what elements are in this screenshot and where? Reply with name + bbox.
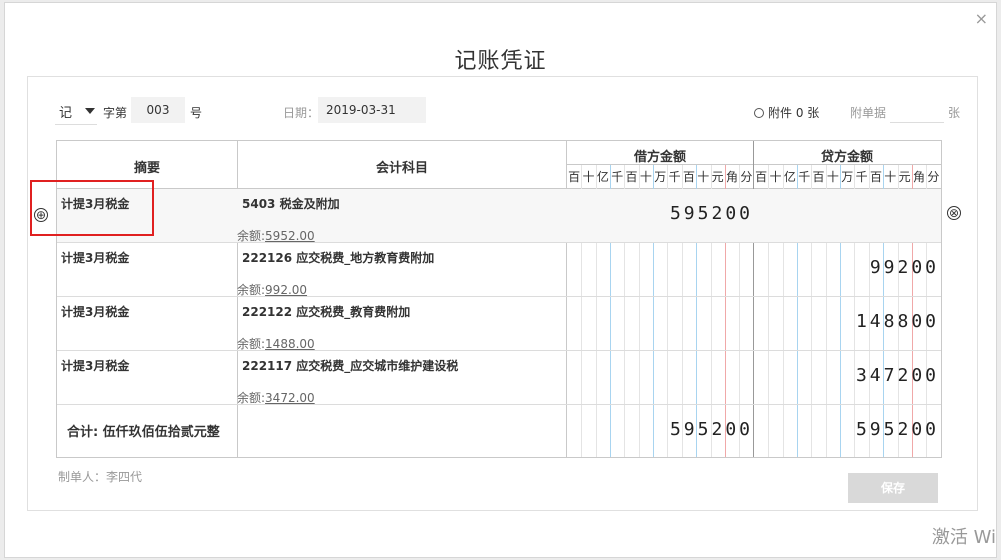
digit-unit-header: 十 xyxy=(639,170,652,184)
digit-unit-header: 百 xyxy=(682,170,695,184)
row-account[interactable]: 222122 应交税费_教育费附加 xyxy=(242,303,410,320)
digit-unit-header: 元 xyxy=(711,170,724,184)
doc-count-input[interactable] xyxy=(890,97,944,123)
attachment-link[interactable]: 附件 0 张 xyxy=(751,104,820,121)
digit-unit-header: 百 xyxy=(869,170,882,184)
voucher-number-input[interactable] xyxy=(131,97,185,123)
voucher-type-select[interactable]: 记 xyxy=(55,97,97,125)
total-credit-amount: 595200 xyxy=(855,419,939,440)
digit-unit-header: 角 xyxy=(726,170,739,184)
row-balance: 余额:1488.00 xyxy=(237,337,315,351)
row-summary[interactable]: 计提3月税金 xyxy=(61,303,129,320)
digit-unit-header: 百 xyxy=(625,170,638,184)
digit-unit-header: 百 xyxy=(755,170,768,184)
digit-unit-header: 千 xyxy=(798,170,811,184)
hao-label: 号 xyxy=(190,106,203,120)
row-account[interactable]: 222117 应交税费_应交城市维护建设税 xyxy=(242,357,458,374)
row-balance: 余额:5952.00 xyxy=(237,229,315,243)
row-debit-amount[interactable]: 595200 xyxy=(670,203,753,224)
digit-unit-header: 亿 xyxy=(783,170,796,184)
activation-watermark: 激活 Wi xyxy=(931,527,996,548)
zi-label: 字第 xyxy=(103,106,128,120)
digit-unit-header: 十 xyxy=(826,170,839,184)
voucher-dialog: × 记账凭证 记 字第 号 日期： 附件 0 张 附单据 张 摘要 会计科目 借… xyxy=(4,2,997,558)
digit-unit-header: 亿 xyxy=(596,170,609,184)
chevron-down-icon xyxy=(85,108,95,114)
zhang-label: 张 xyxy=(948,106,961,120)
dialog-title: 记账凭证 xyxy=(454,49,547,74)
col-summary-header: 摘要 xyxy=(133,161,160,176)
digit-unit-header: 分 xyxy=(740,170,753,184)
digit-unit-header: 百 xyxy=(812,170,825,184)
voucher-panel: 记 字第 号 日期： 附件 0 张 附单据 张 摘要 会计科目 借方金额 贷方金… xyxy=(27,76,978,511)
digit-unit-header: 千 xyxy=(855,170,868,184)
digit-unit-header: 万 xyxy=(654,170,667,184)
table-row[interactable]: 计提3月税金 222126 应交税费_地方教育费附加 余额:992.00 992… xyxy=(57,243,941,297)
digit-unit-header: 十 xyxy=(582,170,595,184)
col-debit-header: 借方金额 xyxy=(633,150,686,165)
digit-unit-header: 元 xyxy=(898,170,911,184)
digit-unit-header: 十 xyxy=(697,170,710,184)
remove-row-icon[interactable]: ⊗ xyxy=(947,206,961,220)
row-account[interactable]: 5403 税金及附加 xyxy=(242,195,340,212)
row-account[interactable]: 222126 应交税费_地方教育费附加 xyxy=(242,249,434,266)
save-button[interactable]: 保存 xyxy=(848,473,938,503)
table-row[interactable]: 计提3月税金 222122 应交税费_教育费附加 余额:1488.00 1488… xyxy=(57,297,941,351)
table-row[interactable]: 计提3月税金 222117 应交税费_应交城市维护建设税 余额:3472.00 … xyxy=(57,351,941,405)
date-input[interactable] xyxy=(318,97,426,123)
table-header: 摘要 会计科目 借方金额 贷方金额 百十亿千百十万千百十元角分百十亿千百十万千百… xyxy=(57,141,941,189)
voucher-table: 摘要 会计科目 借方金额 贷方金额 百十亿千百十万千百十元角分百十亿千百十万千百… xyxy=(56,140,942,458)
row-credit-amount[interactable]: 99200 xyxy=(870,257,939,278)
digit-unit-header: 分 xyxy=(927,170,940,184)
row-summary[interactable]: 计提3月税金 xyxy=(61,357,129,374)
digit-unit-header: 千 xyxy=(611,170,624,184)
digit-unit-header: 十 xyxy=(884,170,897,184)
row-summary[interactable]: 计提3月税金 xyxy=(61,249,129,266)
digit-unit-header: 角 xyxy=(913,170,926,184)
digit-unit-header: 千 xyxy=(668,170,681,184)
digit-unit-header: 十 xyxy=(769,170,782,184)
col-credit-header: 贷方金额 xyxy=(820,150,873,165)
date-label: 日期： xyxy=(283,106,320,120)
highlight-box xyxy=(30,180,154,236)
table-row[interactable]: 计提3月税金 5403 税金及附加 余额:5952.00 595200 xyxy=(57,189,941,243)
row-credit-amount[interactable]: 347200 xyxy=(856,365,939,386)
digit-unit-header: 百 xyxy=(568,170,581,184)
total-label: 合计: 伍仟玖佰伍拾贰元整 xyxy=(67,425,220,440)
total-debit-amount: 595200 xyxy=(669,419,753,440)
creator-label: 制单人：李四代 xyxy=(58,470,143,484)
digit-unit-header: 万 xyxy=(841,170,854,184)
attachment-label: 附件 0 张 xyxy=(768,106,820,120)
row-credit-amount[interactable]: 148800 xyxy=(856,311,939,332)
row-balance: 余额:992.00 xyxy=(237,283,308,297)
paperclip-icon xyxy=(751,105,767,121)
doc-label: 附单据 xyxy=(850,106,887,120)
voucher-type-value: 记 xyxy=(59,106,73,121)
col-account-header: 会计科目 xyxy=(375,161,428,176)
close-icon[interactable]: × xyxy=(975,9,988,28)
total-row: 合计: 伍仟玖佰伍拾贰元整 595200 595200 xyxy=(57,405,941,458)
row-balance: 余额:3472.00 xyxy=(237,391,315,405)
